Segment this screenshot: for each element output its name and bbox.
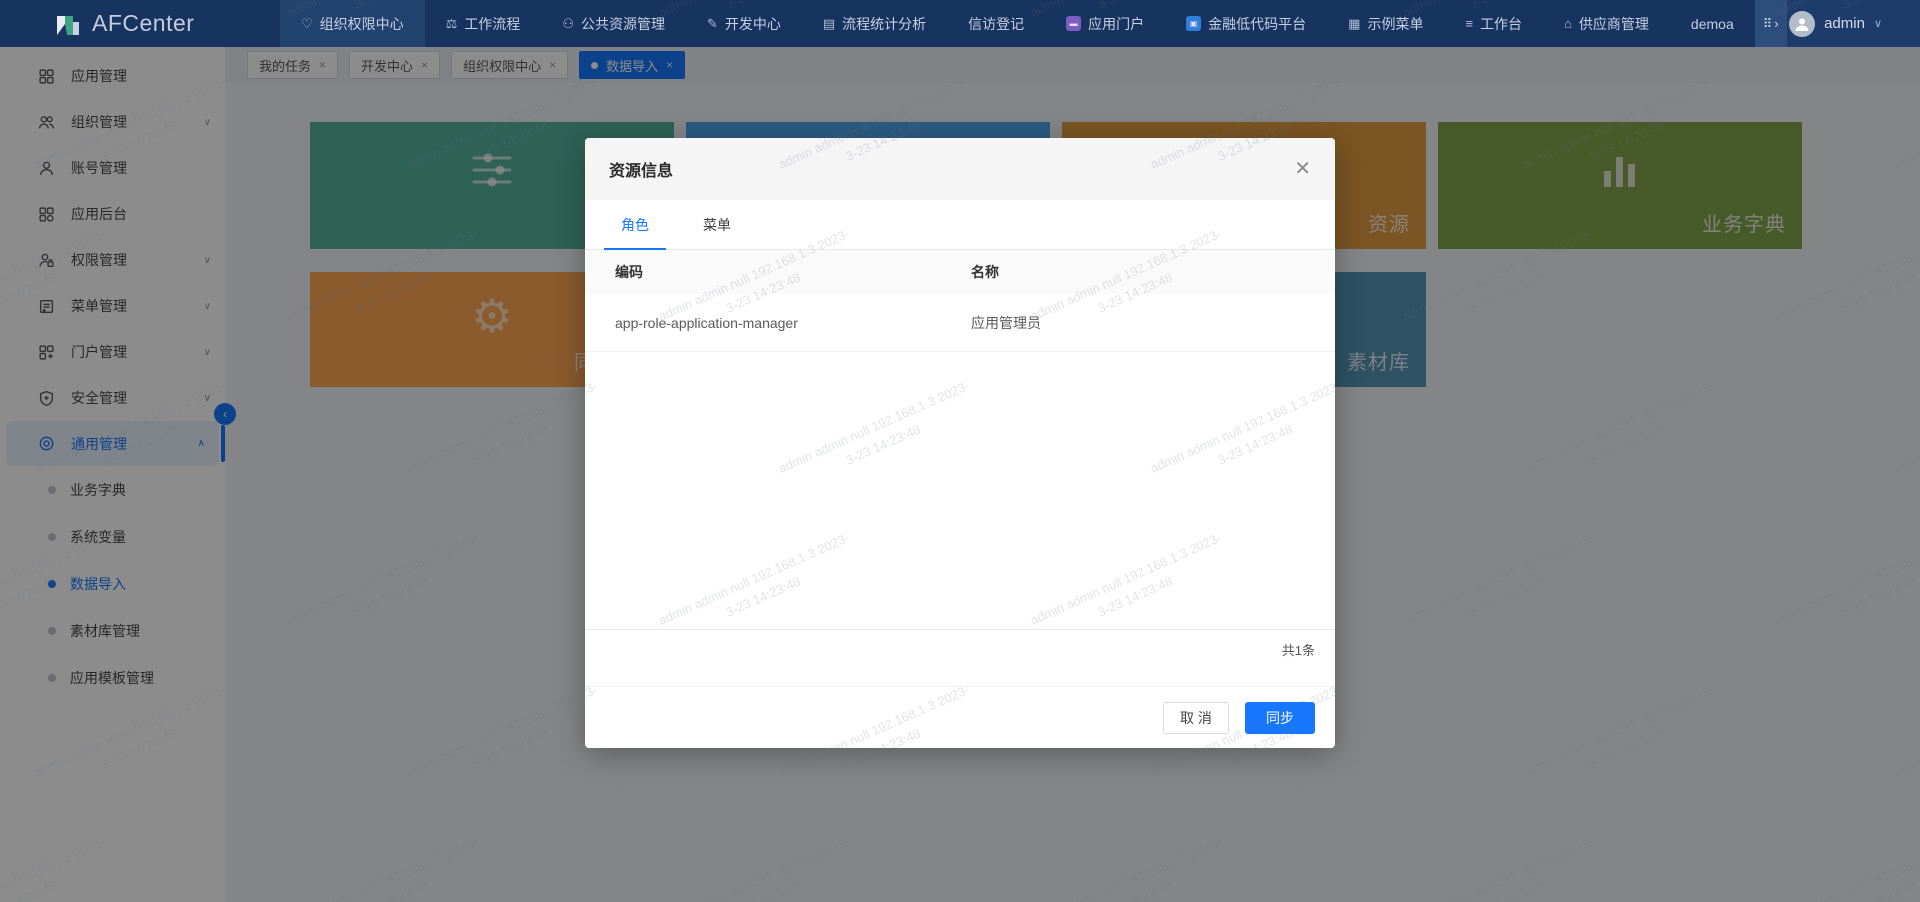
navbar-menu: ♡ 组织权限中心 ⚖ 工作流程 ⚇ 公共资源管理 ✎ 开发中心 ▤ 流程统计分析… <box>280 0 1755 47</box>
column-header-name: 名称 <box>971 262 1335 282</box>
sample-menu-icon: ▦ <box>1348 16 1360 32</box>
pagination-total: 共1条 <box>585 629 1335 686</box>
modal-title: 资源信息 <box>609 157 1294 181</box>
cell-code: app-role-application-manager <box>585 315 971 331</box>
grid-dots-icon: ⠿ <box>1763 16 1773 32</box>
column-header-code: 编码 <box>585 262 971 282</box>
chevron-right-icon: › <box>1774 16 1778 31</box>
nav-item-workflow[interactable]: ⚖ 工作流程 <box>425 0 542 47</box>
modal-tabs: 角色 菜单 <box>585 200 1335 250</box>
nav-item-workbench[interactable]: ≡ 工作台 <box>1444 0 1543 47</box>
nav-item-public-resources[interactable]: ⚇ 公共资源管理 <box>541 0 686 47</box>
nav-item-fin-lowcode[interactable]: ▣ 金融低代码平台 <box>1165 0 1327 47</box>
user-menu[interactable]: admin ∨ <box>1787 0 1920 47</box>
chevron-down-icon: ∨ <box>1874 17 1882 30</box>
sync-button[interactable]: 同步 <box>1245 702 1315 734</box>
supplier-icon: ⌂ <box>1564 16 1572 31</box>
nav-item-demoa[interactable]: demoa <box>1670 0 1755 47</box>
cell-name: 应用管理员 <box>971 313 1335 333</box>
nav-item-app-portal[interactable]: ▬ 应用门户 <box>1045 0 1165 47</box>
workflow-icon: ⚖ <box>446 16 458 32</box>
cancel-button[interactable]: 取 消 <box>1163 702 1229 734</box>
nav-item-process-analysis[interactable]: ▤ 流程统计分析 <box>802 0 947 47</box>
app-portal-icon: ▬ <box>1066 16 1081 31</box>
close-icon[interactable]: ✕ <box>1294 159 1311 179</box>
resource-info-modal: 资源信息 ✕ 角色 菜单 编码 名称 app-role-application-… <box>585 138 1335 748</box>
dev-center-icon: ✎ <box>707 16 718 32</box>
modal-tab-role[interactable]: 角色 <box>604 215 666 250</box>
nav-item-supplier[interactable]: ⌂ 供应商管理 <box>1543 0 1670 47</box>
table-header: 编码 名称 <box>585 250 1335 294</box>
nav-item-petition-register[interactable]: 信访登记 <box>947 0 1045 47</box>
modal-header: 资源信息 ✕ <box>585 138 1335 200</box>
workbench-icon: ≡ <box>1465 16 1473 31</box>
public-resources-icon: ⚇ <box>562 16 574 32</box>
process-analysis-icon: ▤ <box>823 16 835 32</box>
avatar <box>1789 11 1815 37</box>
modal-tab-menu[interactable]: 菜单 <box>686 215 748 250</box>
nav-item-org-auth-center[interactable]: ♡ 组织权限中心 <box>280 0 425 47</box>
app-title: AFCenter <box>92 10 194 37</box>
table-empty-space <box>585 352 1335 629</box>
table-row[interactable]: app-role-application-manager 应用管理员 <box>585 294 1335 352</box>
modal-footer: 取 消 同步 <box>585 686 1335 748</box>
app-logo[interactable]: AFCenter <box>0 10 280 38</box>
nav-item-dev-center[interactable]: ✎ 开发中心 <box>686 0 802 47</box>
afcenter-logo-icon <box>54 10 82 38</box>
org-auth-center-icon: ♡ <box>301 16 313 32</box>
nav-overflow-button[interactable]: ⠿ › <box>1755 0 1787 47</box>
nav-item-sample-menu[interactable]: ▦ 示例菜单 <box>1327 0 1444 47</box>
top-navbar: AFCenter ♡ 组织权限中心 ⚖ 工作流程 ⚇ 公共资源管理 ✎ 开发中心… <box>0 0 1920 47</box>
user-name: admin <box>1824 15 1865 32</box>
fin-lowcode-icon: ▣ <box>1186 16 1201 31</box>
